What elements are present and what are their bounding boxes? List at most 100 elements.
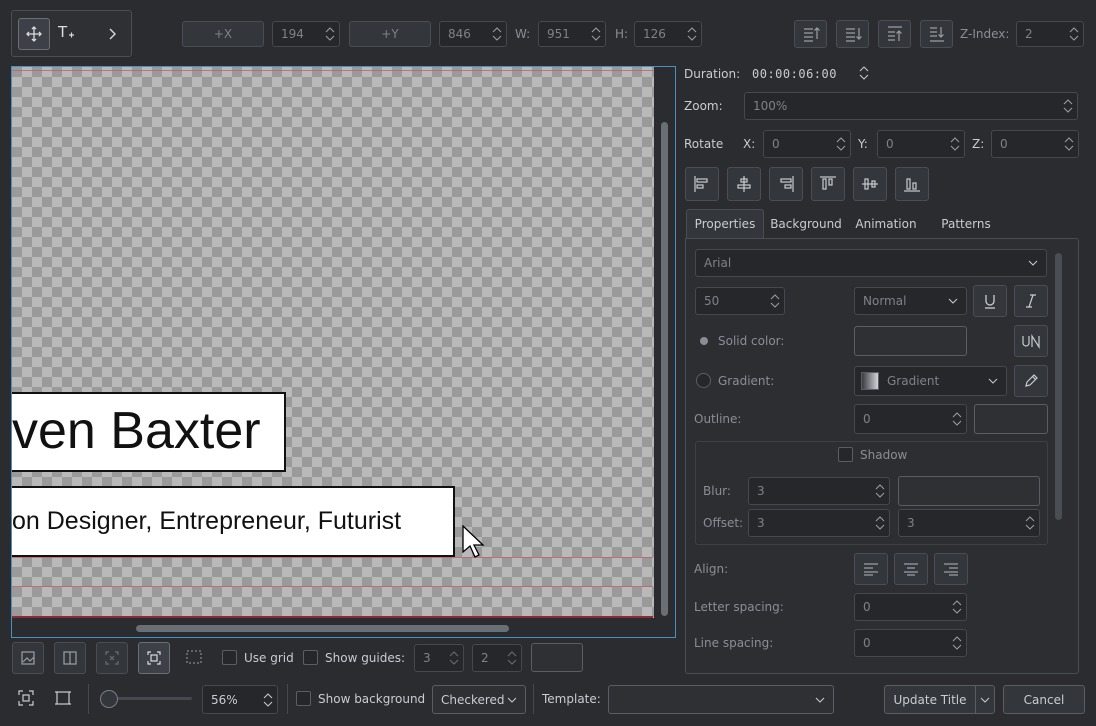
show-guides-checkbox[interactable] bbox=[303, 650, 318, 665]
offset-y-field[interactable]: 3 bbox=[898, 509, 1040, 537]
plus-y-button[interactable]: +Y bbox=[349, 21, 431, 47]
plus-x-button[interactable]: +X bbox=[182, 21, 264, 47]
line-spacing-field[interactable]: 0 bbox=[854, 629, 967, 657]
update-title-menu-button[interactable] bbox=[975, 685, 995, 714]
align-vcenter-button[interactable] bbox=[853, 167, 887, 201]
rotate-y-field[interactable]: 0 bbox=[877, 130, 965, 158]
tab-animation[interactable]: Animation bbox=[848, 209, 924, 238]
shadow-checkbox[interactable] bbox=[838, 447, 853, 462]
mirror-button[interactable] bbox=[54, 642, 86, 674]
guides-vertical-spinner[interactable] bbox=[507, 651, 517, 665]
zoom-percent-field[interactable]: 56% bbox=[202, 685, 278, 714]
horizontal-scrollbar-track[interactable] bbox=[12, 618, 675, 637]
rotate-x-spinner[interactable] bbox=[836, 137, 846, 151]
title-text-item[interactable]: ven Baxter bbox=[12, 392, 286, 472]
gradient-select[interactable]: Gradient bbox=[854, 366, 1007, 396]
template-select[interactable] bbox=[608, 685, 834, 714]
rotate-z-field[interactable]: 0 bbox=[991, 130, 1079, 158]
font-size-field[interactable]: 50 bbox=[695, 287, 785, 315]
lower-button[interactable] bbox=[836, 20, 869, 48]
text-tool-button[interactable]: T bbox=[56, 22, 80, 46]
zoom-slider-handle[interactable] bbox=[100, 690, 118, 708]
underline-button[interactable] bbox=[973, 285, 1007, 317]
width-spinner[interactable] bbox=[591, 27, 601, 41]
offset-x-spinner[interactable] bbox=[875, 516, 885, 530]
real-size-button[interactable] bbox=[54, 689, 74, 709]
show-background-checkbox[interactable] bbox=[296, 691, 311, 706]
font-weight-select[interactable]: Normal bbox=[854, 287, 967, 315]
subtitle-text-item[interactable]: on Designer, Entrepreneur, Futurist bbox=[12, 486, 455, 557]
text-align-left-button[interactable] bbox=[854, 553, 888, 585]
cancel-button[interactable]: Cancel bbox=[1003, 685, 1085, 714]
zindex-spinner[interactable] bbox=[1069, 27, 1079, 41]
title-canvas[interactable]: ven Baxter on Designer, Entrepreneur, Fu… bbox=[11, 66, 676, 638]
more-tools-button[interactable] bbox=[104, 26, 120, 42]
outline-color-swatch[interactable] bbox=[974, 404, 1048, 434]
lower-to-bottom-button[interactable] bbox=[920, 20, 953, 48]
fit-zoom-button[interactable] bbox=[17, 689, 37, 709]
align-bottom-button[interactable] bbox=[895, 167, 929, 201]
tab-background[interactable]: Background bbox=[766, 209, 846, 238]
height-spinner[interactable] bbox=[687, 27, 697, 41]
tab-patterns[interactable]: Patterns bbox=[928, 209, 1004, 238]
insert-image-button[interactable] bbox=[12, 642, 44, 674]
zindex-field[interactable]: 2 bbox=[1016, 21, 1084, 47]
width-field[interactable]: 951 bbox=[538, 21, 606, 47]
horizontal-scrollbar-thumb[interactable] bbox=[136, 625, 509, 632]
y-spinner[interactable] bbox=[492, 27, 502, 41]
offset-y-spinner[interactable] bbox=[1025, 516, 1035, 530]
letter-spacing-spinner[interactable] bbox=[952, 600, 962, 614]
zoom-field[interactable]: 100% bbox=[744, 92, 1078, 120]
tab-properties[interactable]: Properties bbox=[686, 209, 764, 238]
outline-spinner[interactable] bbox=[952, 412, 962, 426]
guides-horizontal-spinner[interactable] bbox=[449, 651, 459, 665]
crop-button[interactable] bbox=[185, 649, 207, 669]
duration-spinner[interactable] bbox=[859, 66, 869, 80]
align-right-button[interactable] bbox=[769, 167, 803, 201]
solid-color-swatch[interactable] bbox=[854, 326, 967, 356]
letter-spacing-field[interactable]: 0 bbox=[854, 593, 967, 621]
italic-button[interactable] bbox=[1014, 285, 1048, 317]
guide-color-swatch[interactable] bbox=[531, 643, 583, 672]
raise-button[interactable] bbox=[794, 20, 827, 48]
vertical-scrollbar-thumb[interactable] bbox=[661, 122, 668, 616]
align-left-button[interactable] bbox=[685, 167, 719, 201]
vertical-scrollbar-track[interactable] bbox=[654, 67, 675, 618]
edit-gradient-button[interactable] bbox=[1014, 365, 1048, 397]
select-all-button[interactable] bbox=[138, 642, 170, 674]
guides-horizontal-field[interactable]: 3 bbox=[414, 644, 464, 672]
rotate-y-spinner[interactable] bbox=[950, 137, 960, 151]
update-title-button[interactable]: Update Title bbox=[884, 685, 976, 714]
x-position-field[interactable]: 194 bbox=[272, 21, 340, 47]
raise-to-top-button[interactable] bbox=[878, 20, 911, 48]
background-mode-select[interactable]: Checkered bbox=[432, 685, 526, 714]
text-align-right-button[interactable] bbox=[934, 553, 968, 585]
text-align-center-button[interactable] bbox=[894, 553, 928, 585]
text-case-button[interactable] bbox=[1014, 325, 1048, 357]
offset-x-field[interactable]: 3 bbox=[748, 509, 890, 537]
x-spinner[interactable] bbox=[325, 27, 335, 41]
outline-field[interactable]: 0 bbox=[854, 404, 967, 434]
height-field[interactable]: 126 bbox=[634, 21, 702, 47]
unselect-button[interactable] bbox=[96, 642, 128, 674]
select-move-tool[interactable] bbox=[18, 18, 50, 50]
duration-value[interactable]: 00:00:06:00 bbox=[752, 67, 837, 81]
guides-vertical-field[interactable]: 2 bbox=[472, 644, 522, 672]
gradient-radio[interactable] bbox=[696, 373, 711, 388]
blur-spinner[interactable] bbox=[875, 484, 885, 498]
shadow-color-swatch[interactable] bbox=[898, 476, 1040, 506]
align-hcenter-button[interactable] bbox=[727, 167, 761, 201]
solid-color-radio[interactable] bbox=[700, 337, 708, 345]
use-grid-checkbox[interactable] bbox=[222, 650, 237, 665]
properties-scrollbar-thumb[interactable] bbox=[1055, 253, 1062, 520]
zoom-spinner[interactable] bbox=[1063, 99, 1073, 113]
line-spacing-spinner[interactable] bbox=[952, 636, 962, 650]
zoom-percent-spinner[interactable] bbox=[263, 692, 273, 707]
blur-field[interactable]: 3 bbox=[748, 477, 890, 505]
rotate-x-field[interactable]: 0 bbox=[763, 130, 851, 158]
align-top-button[interactable] bbox=[811, 167, 845, 201]
font-size-spinner[interactable] bbox=[770, 294, 780, 308]
y-position-field[interactable]: 846 bbox=[439, 21, 507, 47]
font-family-select[interactable]: Arial bbox=[695, 249, 1047, 277]
rotate-z-spinner[interactable] bbox=[1064, 137, 1074, 151]
